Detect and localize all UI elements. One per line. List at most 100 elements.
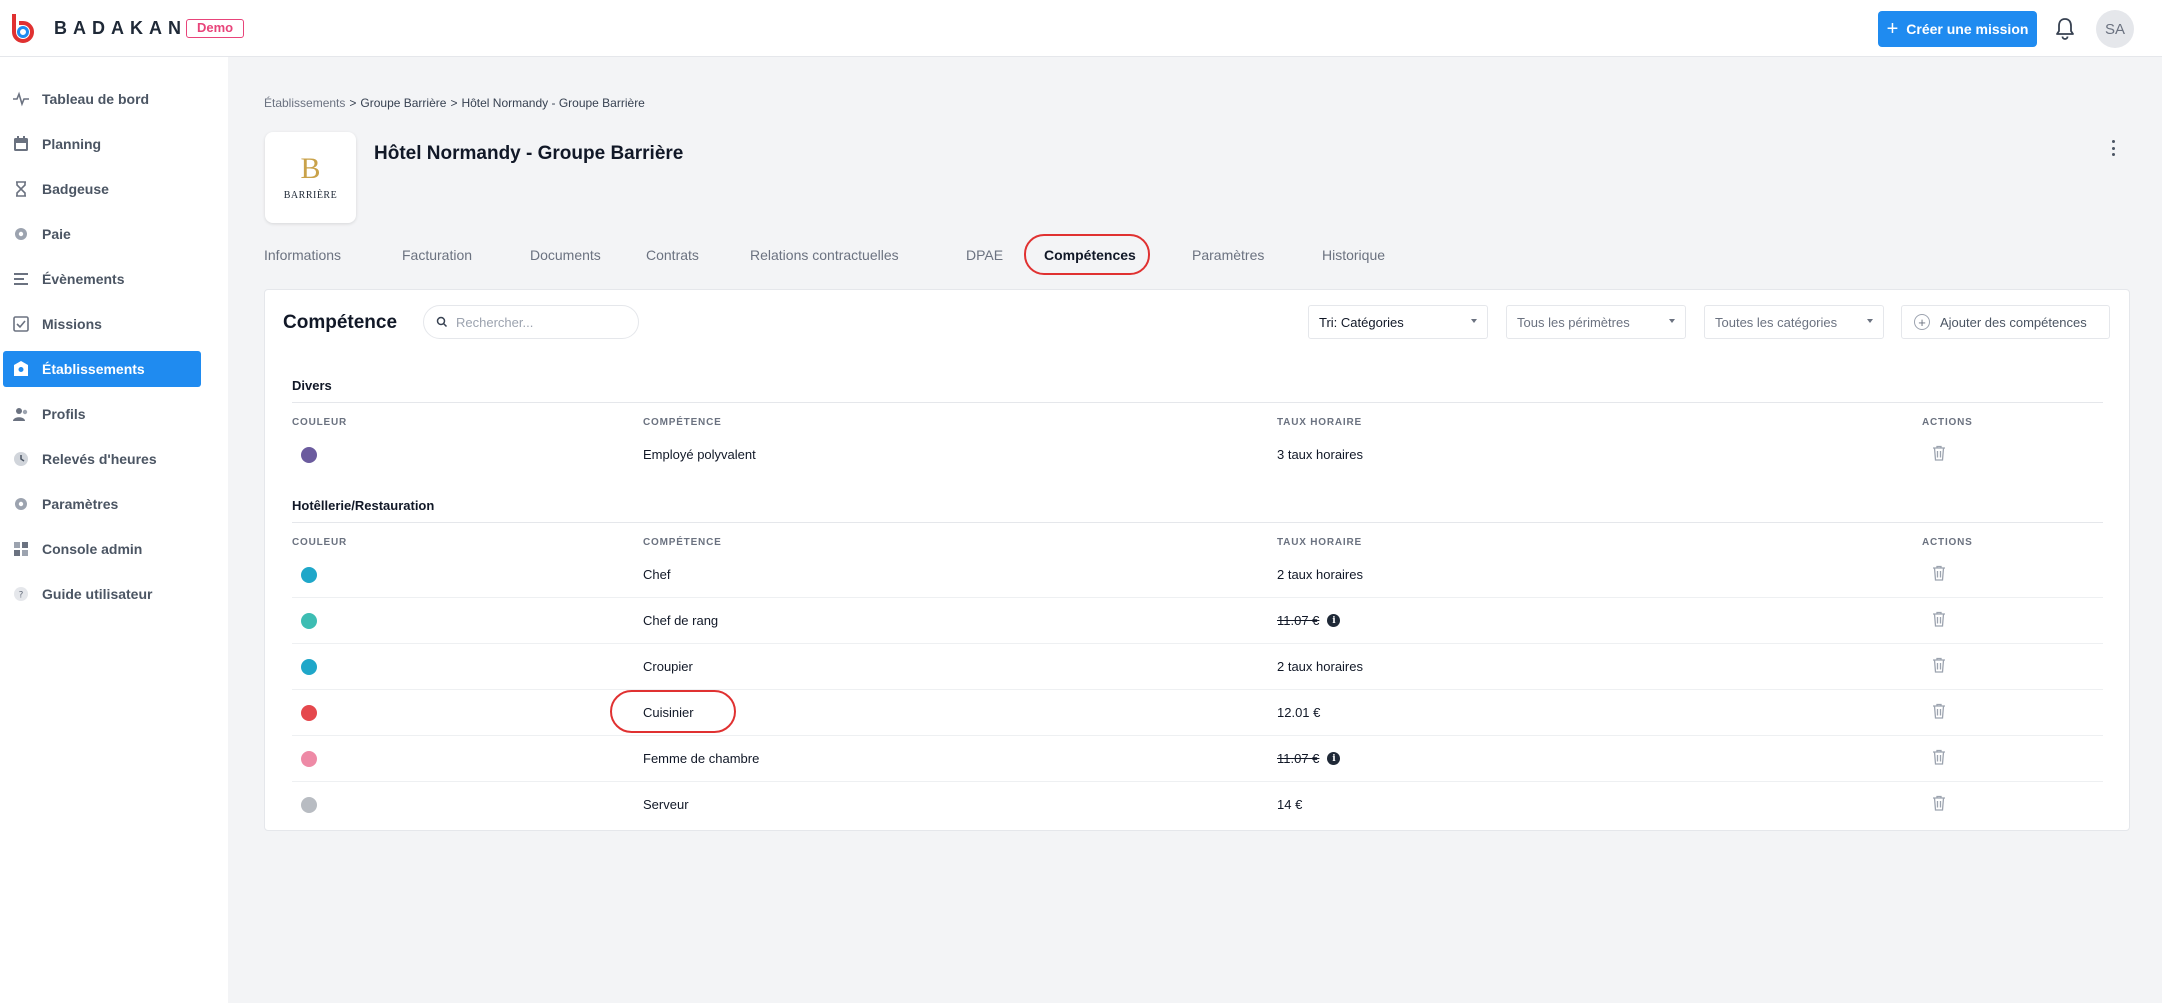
color-swatch [301, 797, 317, 813]
trash-icon[interactable] [1932, 611, 1946, 627]
tab-informations[interactable]: Informations [264, 247, 341, 263]
plus-circle-icon: + [1914, 314, 1930, 330]
help-icon: ? [14, 587, 28, 601]
tab-documents[interactable]: Documents [530, 247, 601, 263]
trash-icon[interactable] [1932, 703, 1946, 719]
perimeter-select[interactable]: Tous les périmètres [1506, 305, 1686, 339]
checklist-icon [13, 316, 29, 332]
table-row[interactable]: Cuisinier 12.01 € [292, 689, 2103, 735]
tab-contrats[interactable]: Contrats [646, 247, 699, 263]
users-icon [13, 408, 28, 421]
sidebar-item-label: Badgeuse [42, 181, 109, 197]
rate-value: 14 € [1277, 797, 1303, 812]
sort-select-value: Tri: Catégories [1319, 314, 1404, 330]
sidebar-item-label: Profils [42, 406, 86, 422]
trash-icon[interactable] [1932, 749, 1946, 765]
search-input[interactable] [456, 314, 616, 330]
page-title: Hôtel Normandy - Groupe Barrière [374, 143, 684, 164]
table-row[interactable]: Employé polyvalent 3 taux horaires [292, 431, 2103, 477]
sidebar-item-paie[interactable]: Paie [3, 216, 201, 252]
calendar-icon [14, 136, 28, 151]
sidebar-item-label: Planning [42, 136, 102, 152]
clock-icon [14, 452, 28, 466]
badakan-logo-icon[interactable] [8, 12, 38, 44]
hourglass-icon [16, 181, 26, 197]
sidebar-item-console-admin[interactable]: Console admin [3, 531, 201, 567]
gear-icon [15, 228, 27, 240]
more-options-icon[interactable] [2108, 137, 2118, 159]
breadcrumb-item-etablissements[interactable]: Établissements [264, 96, 345, 110]
category-select[interactable]: Toutes les catégories [1704, 305, 1884, 339]
chevron-down-icon [1669, 319, 1675, 323]
table-row[interactable]: Femme de chambre 11.07 € i [292, 735, 2103, 781]
chevron-down-icon [1471, 319, 1477, 323]
divider [292, 522, 2103, 523]
tab-parametres[interactable]: Paramètres [1192, 247, 1264, 263]
tab-facturation[interactable]: Facturation [402, 247, 472, 263]
competence-name: Employé polyvalent [643, 447, 756, 462]
rate-value: 2 taux horaires [1277, 659, 1363, 674]
search-box[interactable] [423, 305, 639, 339]
user-avatar[interactable]: SA [2096, 10, 2134, 48]
perimeter-select-value: Tous les périmètres [1517, 314, 1630, 330]
add-competences-button[interactable]: + Ajouter des compétences [1901, 305, 2110, 339]
hourly-rate: 11.07 € i [1277, 613, 1341, 628]
create-mission-button[interactable]: + Créer une mission [1878, 11, 2037, 47]
table-row[interactable]: Chef 2 taux horaires [292, 551, 2103, 597]
sidebar-item-guide-utilisateur[interactable]: ? Guide utilisateur [3, 576, 201, 612]
rate-value: 2 taux horaires [1277, 567, 1363, 582]
sidebar-item-label: Évènements [42, 271, 125, 287]
sidebar-item-label: Relevés d'heures [42, 451, 157, 467]
competence-name: Chef de rang [643, 613, 719, 628]
trash-icon[interactable] [1932, 795, 1946, 811]
table-row[interactable]: Croupier 2 taux horaires [292, 643, 2103, 689]
trash-icon[interactable] [1932, 657, 1946, 673]
tab-historique[interactable]: Historique [1322, 247, 1385, 263]
breadcrumb-separator: > [349, 96, 357, 110]
column-header-color: COULEUR [292, 417, 348, 428]
column-header-color: COULEUR [292, 537, 348, 548]
competence-name: Chef [643, 567, 671, 582]
sidebar-item-tableau-de-bord[interactable]: Tableau de bord [3, 81, 201, 117]
breadcrumb-separator: > [450, 96, 458, 110]
create-mission-label: Créer une mission [1906, 21, 2029, 37]
breadcrumb-item-groupe[interactable]: Groupe Barrière [360, 96, 446, 110]
svg-text:?: ? [19, 591, 24, 601]
color-swatch [301, 751, 317, 767]
rate-value: 3 taux horaires [1277, 447, 1363, 462]
hourly-rate: 11.07 € i [1277, 751, 1341, 766]
highlight-ring [610, 690, 736, 733]
divider [292, 402, 2103, 403]
sidebar-item-badgeuse[interactable]: Badgeuse [3, 171, 201, 207]
trash-icon[interactable] [1932, 445, 1946, 461]
info-icon[interactable]: i [1327, 614, 1341, 627]
bell-icon[interactable] [2054, 16, 2076, 40]
color-swatch [301, 705, 317, 721]
highlight-ring [1024, 234, 1150, 275]
trash-icon[interactable] [1932, 565, 1946, 581]
main-content: Établissements > Groupe Barrière > Hôtel… [228, 57, 2162, 1003]
sidebar-item-releves-d-heures[interactable]: Relevés d'heures [3, 441, 201, 477]
grid-icon [14, 542, 28, 556]
category-title: Divers [292, 378, 332, 393]
color-swatch [301, 659, 317, 675]
table-row[interactable]: Serveur 14 € [292, 781, 2103, 827]
rate-value: 12.01 € [1277, 705, 1321, 720]
tab-relations-contractuelles[interactable]: Relations contractuelles [750, 247, 899, 263]
tab-dpae[interactable]: DPAE [966, 247, 1003, 263]
add-competences-label: Ajouter des compétences [1940, 314, 2087, 330]
sidebar-item-etablissements[interactable]: Établissements [3, 351, 201, 387]
sidebar-item-evenements[interactable]: Évènements [3, 261, 201, 297]
breadcrumb: Établissements > Groupe Barrière > Hôtel… [264, 96, 645, 110]
sidebar-item-missions[interactable]: Missions [3, 306, 201, 342]
sidebar-item-planning[interactable]: Planning [3, 126, 201, 162]
chevron-down-icon [1867, 319, 1873, 323]
column-header-actions: ACTIONS [1922, 417, 1973, 428]
sort-select[interactable]: Tri: Catégories [1308, 305, 1488, 339]
sidebar-item-profils[interactable]: Profils [3, 396, 201, 432]
info-icon[interactable]: i [1327, 752, 1341, 765]
sidebar-item-parametres[interactable]: Paramètres [3, 486, 201, 522]
sidebar-item-label: Console admin [42, 541, 143, 557]
gear-icon [15, 498, 27, 510]
table-row[interactable]: Chef de rang 11.07 € i [292, 597, 2103, 643]
